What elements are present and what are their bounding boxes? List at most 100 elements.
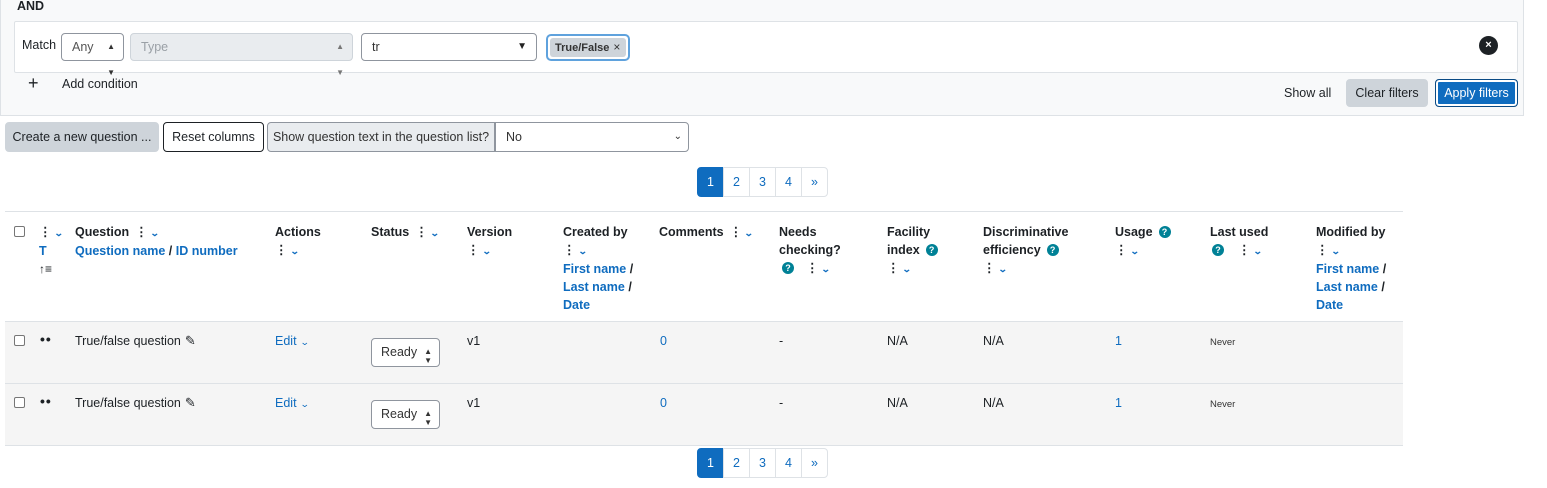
- chevron-down-icon: ⌄: [299, 337, 310, 347]
- pencil-icon[interactable]: ✎: [185, 333, 196, 349]
- version-header-label: Version: [467, 225, 513, 239]
- separator: /: [1382, 262, 1387, 276]
- column-menu-icon[interactable]: ⋮: [1238, 241, 1250, 259]
- comments-link[interactable]: 0: [660, 333, 667, 349]
- separator: /: [628, 280, 632, 294]
- column-menu-icon[interactable]: ⋮: [275, 241, 287, 259]
- column-menu-icon[interactable]: ⋮: [39, 223, 51, 241]
- row-checkbox[interactable]: [14, 396, 25, 412]
- sort-type-link[interactable]: T: [39, 242, 62, 260]
- help-icon[interactable]: ?: [1046, 244, 1059, 256]
- usage-column-header: Usage? ⋮ ⌄: [1115, 223, 1171, 260]
- pagination-bottom: 1 2 3 4 »: [697, 448, 828, 478]
- status-value: Ready: [381, 407, 418, 421]
- status-select[interactable]: Ready ▲ ▼: [371, 400, 440, 429]
- chevron-down-icon[interactable]: ⌄: [820, 260, 830, 278]
- pencil-icon[interactable]: ✎: [185, 395, 196, 411]
- column-menu-icon[interactable]: ⋮: [563, 241, 575, 259]
- select-all-checkbox[interactable]: [14, 224, 25, 242]
- needs-checking-label-2: checking?: [779, 243, 841, 257]
- page-2-link[interactable]: 2: [723, 167, 750, 197]
- selected-type-chip[interactable]: True/False ×: [550, 38, 626, 57]
- column-menu-icon[interactable]: ⋮: [887, 259, 899, 277]
- chevron-down-icon[interactable]: ⌄: [997, 260, 1007, 278]
- select-arrows-icon: ▲ ▼: [336, 42, 344, 77]
- help-icon[interactable]: ?: [925, 244, 938, 256]
- status-select[interactable]: Ready ▲ ▼: [371, 338, 440, 367]
- sort-first-name-link[interactable]: First name: [1316, 262, 1379, 276]
- column-menu-icon[interactable]: ⋮: [415, 223, 427, 241]
- sort-first-name-link[interactable]: First name: [563, 262, 626, 276]
- chevron-down-icon[interactable]: ⌄: [1330, 242, 1340, 260]
- sort-id-number-link[interactable]: ID number: [176, 244, 238, 258]
- chevron-down-icon[interactable]: ⌄: [430, 224, 440, 242]
- chip-remove-icon[interactable]: ×: [613, 40, 620, 54]
- help-icon[interactable]: ?: [1158, 226, 1171, 238]
- remove-condition-icon[interactable]: ×: [1479, 36, 1498, 55]
- question-name-text: True/false question: [75, 334, 181, 348]
- usage-link[interactable]: 1: [1115, 333, 1122, 349]
- show-question-text-select[interactable]: No ⌄: [495, 122, 689, 152]
- true-false-type-icon: ••: [40, 331, 52, 347]
- chevron-down-icon[interactable]: ⌄: [1252, 242, 1262, 260]
- page-3-link[interactable]: 3: [749, 167, 776, 197]
- sort-last-name-link[interactable]: Last name: [1316, 280, 1378, 294]
- column-menu-icon[interactable]: ⋮: [135, 223, 147, 241]
- facility-index-value: N/A: [887, 334, 908, 348]
- sort-last-name-link[interactable]: Last name: [563, 280, 625, 294]
- chevron-down-icon[interactable]: ⌄: [289, 242, 299, 260]
- chevron-down-icon[interactable]: ⌄: [744, 224, 754, 242]
- column-menu-icon[interactable]: ⋮: [1316, 241, 1328, 259]
- column-menu-icon[interactable]: ⋮: [983, 259, 995, 277]
- help-icon[interactable]: ?: [782, 262, 794, 274]
- discriminative-label-2: efficiency: [983, 243, 1041, 257]
- comments-link[interactable]: 0: [660, 395, 667, 411]
- type-search-input[interactable]: tr ▼: [361, 33, 537, 61]
- apply-filters-button[interactable]: Apply filters: [1435, 79, 1518, 107]
- show-all-link[interactable]: Show all: [1284, 86, 1331, 100]
- reset-columns-button[interactable]: Reset columns: [163, 122, 264, 152]
- column-menu-icon[interactable]: ⋮: [730, 223, 742, 241]
- page-2-link[interactable]: 2: [723, 448, 750, 478]
- status-header-label: Status: [371, 225, 410, 239]
- edit-menu[interactable]: Edit ⌄: [275, 333, 310, 350]
- sort-ascending-icon[interactable]: ↑≡: [39, 260, 62, 278]
- sort-date-link[interactable]: Date: [1316, 296, 1386, 314]
- question-name-text: True/false question: [75, 396, 181, 410]
- page-4-link[interactable]: 4: [775, 448, 802, 478]
- chevron-down-icon[interactable]: ⌄: [901, 260, 911, 278]
- filter-join-label: AND: [17, 0, 45, 13]
- match-select-value: Any: [72, 40, 94, 54]
- created-by-column-header: Created by ⋮ ⌄ First name / Last name / D…: [563, 223, 633, 314]
- page-1-link[interactable]: 1: [697, 448, 724, 478]
- question-column-header: Question ⋮ ⌄ Question name / ID number: [75, 223, 238, 260]
- version-value: v1: [467, 334, 481, 348]
- chevron-down-icon[interactable]: ⌄: [1129, 242, 1139, 260]
- match-select[interactable]: Any ▲ ▼: [61, 33, 124, 77]
- page-3-link[interactable]: 3: [749, 448, 776, 478]
- sort-date-link[interactable]: Date: [563, 296, 633, 314]
- type-select-placeholder: Type: [141, 40, 169, 54]
- column-menu-icon[interactable]: ⋮: [467, 241, 479, 259]
- next-page-link[interactable]: »: [801, 448, 828, 478]
- chevron-down-icon[interactable]: ⌄: [150, 224, 160, 242]
- column-menu-icon[interactable]: ⋮: [806, 259, 818, 277]
- separator: /: [1381, 280, 1385, 294]
- chevron-down-icon[interactable]: ⌄: [53, 224, 63, 242]
- discriminative-efficiency-value: N/A: [983, 396, 1004, 410]
- needs-checking-value: -: [779, 334, 784, 348]
- chevron-down-icon[interactable]: ⌄: [481, 242, 491, 260]
- clear-filters-button[interactable]: Clear filters: [1346, 79, 1428, 107]
- usage-link[interactable]: 1: [1115, 395, 1122, 411]
- row-checkbox[interactable]: [14, 334, 25, 350]
- column-menu-icon[interactable]: ⋮: [1115, 241, 1127, 259]
- create-question-button[interactable]: Create a new question ...: [5, 122, 159, 152]
- dropdown-caret-icon[interactable]: ▼: [517, 34, 527, 60]
- sort-question-name-link[interactable]: Question name: [75, 244, 165, 258]
- page-1-link[interactable]: 1: [697, 167, 724, 197]
- page-4-link[interactable]: 4: [775, 167, 802, 197]
- help-icon[interactable]: ?: [1212, 244, 1224, 256]
- next-page-link[interactable]: »: [801, 167, 828, 197]
- edit-menu[interactable]: Edit ⌄: [275, 395, 309, 412]
- chevron-down-icon[interactable]: ⌄: [577, 242, 587, 260]
